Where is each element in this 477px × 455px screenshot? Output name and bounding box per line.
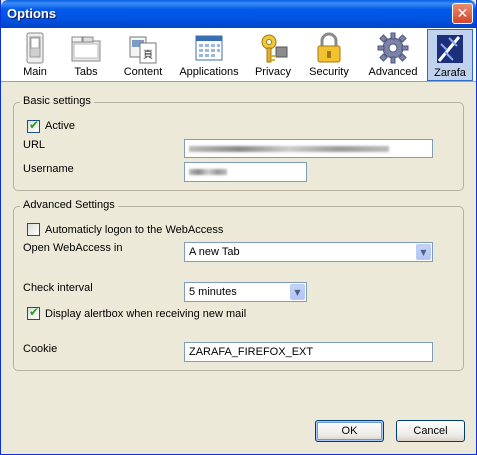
tab-content[interactable]: 頁 Content [118, 29, 168, 81]
ok-button[interactable]: OK [315, 420, 384, 442]
applications-window-icon [195, 35, 223, 61]
tab-label: Security [309, 66, 349, 78]
tab-label: Applications [179, 66, 239, 78]
check-interval-label: Check interval [23, 282, 93, 294]
basic-settings-title: Basic settings [20, 95, 94, 107]
chevron-down-icon[interactable]: ▼ [416, 244, 431, 260]
open-webaccess-select[interactable]: A new Tab ▼ [184, 242, 433, 262]
url-input[interactable] [184, 139, 433, 158]
check-icon: ✔ [29, 118, 40, 132]
url-label: URL [23, 139, 46, 151]
tab-label: Tabs [74, 66, 98, 78]
zarafa-logo-icon [437, 35, 463, 63]
options-toolbar: Main Tabs 頁 Content Applications Privacy… [1, 28, 476, 82]
tab-label: Main [23, 66, 47, 78]
tab-label: Privacy [254, 66, 292, 78]
username-label: Username [23, 163, 74, 175]
open-webaccess-label: Open WebAccess in [23, 242, 123, 254]
padlock-icon [317, 32, 341, 63]
cookie-value: ZARAFA_FIREFOX_EXT [189, 346, 314, 358]
close-button[interactable]: ✕ [452, 3, 473, 24]
options-window: Options ✕ Main Tabs 頁 Content Applicatio… [0, 0, 477, 455]
tab-applications[interactable]: Applications [177, 29, 241, 81]
light-switch-icon [26, 32, 44, 64]
window-title: Options [7, 6, 57, 21]
close-icon: ✕ [456, 5, 469, 22]
check-interval-select[interactable]: 5 minutes ▼ [184, 282, 307, 302]
open-webaccess-value: A new Tab [189, 246, 240, 258]
redacted-url [189, 146, 389, 152]
content-pages-icon: 頁 [129, 36, 157, 64]
title-bar[interactable]: Options ✕ [1, 0, 476, 28]
cookie-input[interactable]: ZARAFA_FIREFOX_EXT [184, 342, 433, 362]
autologon-checkbox[interactable] [27, 223, 40, 236]
gear-icon [377, 32, 409, 64]
svg-text:頁: 頁 [143, 49, 153, 61]
check-icon: ✔ [29, 305, 40, 319]
alertbox-checkbox[interactable]: ✔ [27, 305, 40, 320]
tab-label: Content [123, 66, 163, 78]
tab-advanced[interactable]: Advanced [364, 29, 422, 81]
redacted-username [189, 169, 227, 175]
cancel-label: Cancel [413, 425, 448, 437]
tab-label: Advanced [368, 66, 418, 78]
key-lock-icon [261, 34, 288, 63]
cookie-label: Cookie [23, 343, 58, 355]
ok-label: OK [341, 425, 358, 437]
active-checkbox[interactable]: ✔ [27, 118, 40, 133]
alertbox-label: Display alertbox when receiving new mail [45, 308, 247, 320]
tab-tabs[interactable]: Tabs [65, 29, 107, 81]
active-label: Active [45, 120, 75, 132]
cancel-button[interactable]: Cancel [396, 420, 465, 442]
autologon-label: Automaticly logon to the WebAccess [45, 224, 224, 236]
tab-security[interactable]: Security [306, 29, 352, 81]
tab-main[interactable]: Main [14, 29, 56, 81]
tab-privacy[interactable]: Privacy [251, 29, 295, 81]
username-input[interactable] [184, 162, 307, 182]
chevron-down-icon[interactable]: ▼ [290, 284, 305, 300]
check-interval-value: 5 minutes [189, 286, 237, 298]
tab-zarafa[interactable]: Zarafa [427, 29, 473, 81]
folders-icon [71, 36, 101, 62]
tab-label: Zarafa [434, 67, 466, 79]
advanced-settings-title: Advanced Settings [20, 199, 118, 211]
